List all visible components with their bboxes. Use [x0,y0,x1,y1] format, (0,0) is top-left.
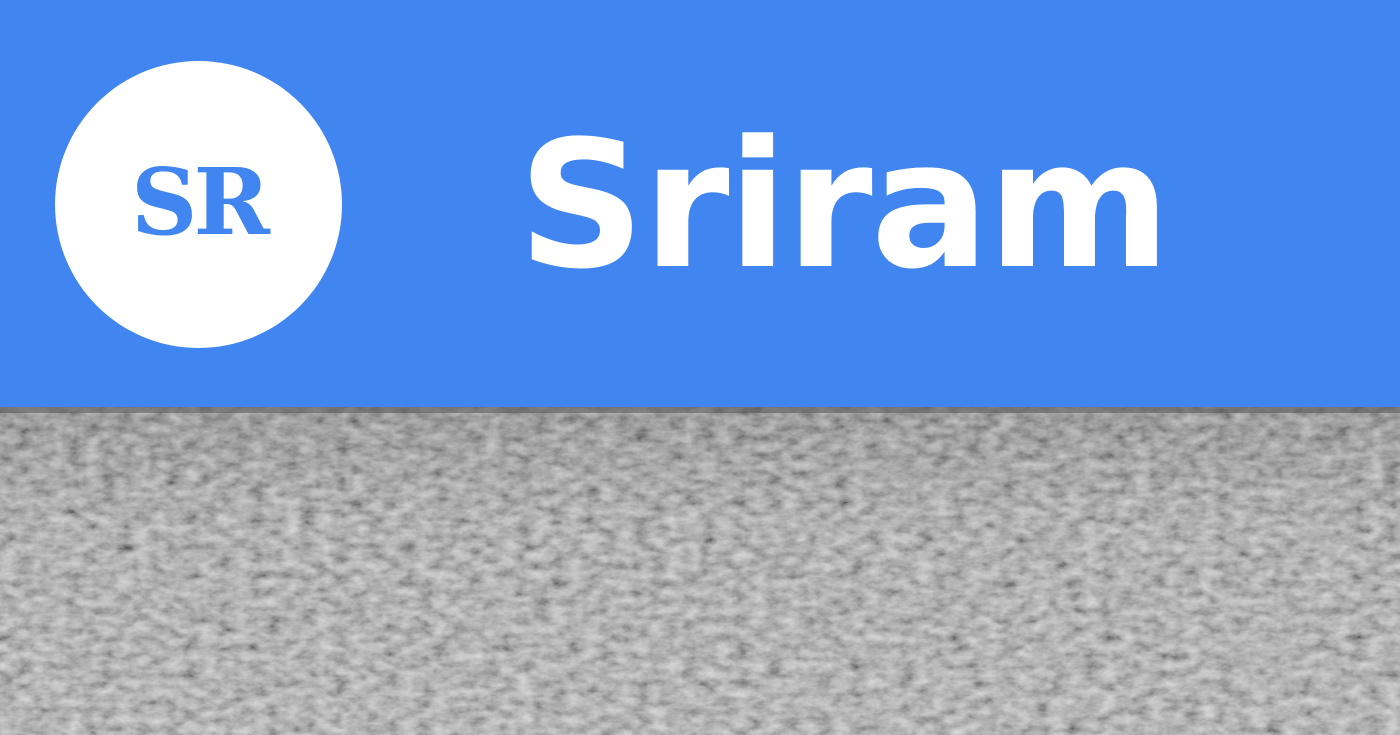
site-title[interactable]: Sriram [518,118,1171,294]
page: SR Sriram [0,0,1400,735]
avatar-initials: SR [131,147,270,256]
hero-photo-texture [0,407,1400,735]
site-header: SR Sriram [0,0,1400,407]
avatar[interactable]: SR [55,61,342,348]
hero-photo [0,407,1400,735]
